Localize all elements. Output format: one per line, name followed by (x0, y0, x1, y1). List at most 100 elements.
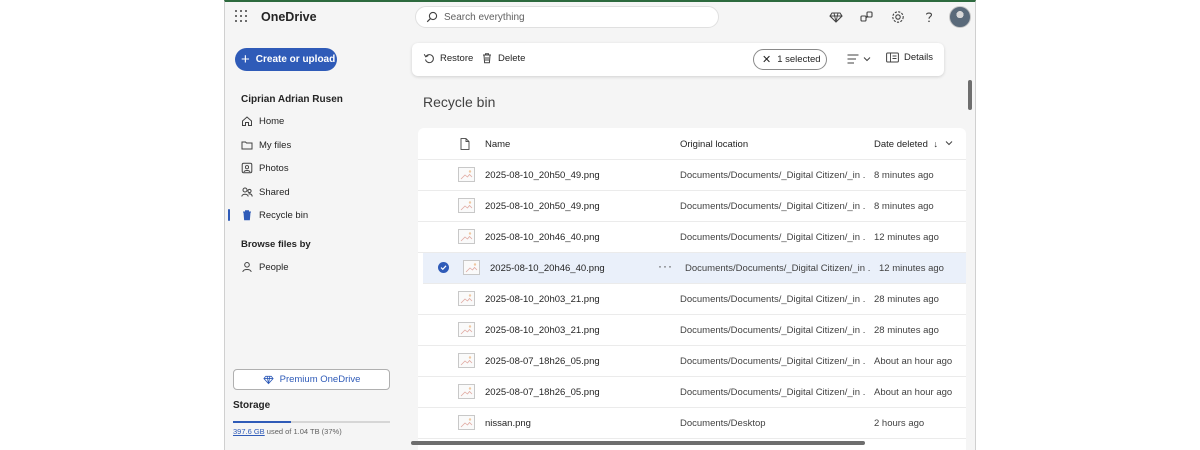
chevron-down-icon (863, 57, 871, 62)
sidebar-item-my-files[interactable]: My files (241, 136, 411, 154)
more-options-icon[interactable]: ··· (658, 259, 673, 273)
create-button-label: Create or upload (255, 54, 336, 65)
restore-label: Restore (440, 52, 474, 64)
sidebar-item-shared[interactable]: Shared (241, 183, 411, 201)
selected-count-label: 1 selected (777, 54, 821, 65)
avatar[interactable] (949, 6, 971, 28)
list-header: Name Original location Date deleted ↓ (418, 128, 966, 160)
file-type-icon[interactable] (460, 138, 470, 150)
file-name[interactable]: 2025-08-10_20h03_21.png (485, 294, 600, 305)
premium-onedrive-button[interactable]: Premium OneDrive (233, 369, 390, 390)
file-name[interactable]: 2025-08-10_20h50_49.png (485, 201, 600, 212)
table-row[interactable]: nissan.png Documents/Desktop 2 hours ago (418, 408, 966, 439)
browse-files-heading: Browse files by (241, 239, 311, 250)
image-file-icon (458, 384, 475, 399)
trash-icon (483, 53, 491, 64)
details-label: Details (904, 52, 934, 63)
table-row[interactable]: 2025-08-10_20h50_49.png Documents/Documen… (418, 160, 966, 191)
sort-descending-icon: ↓ (933, 139, 939, 149)
file-name[interactable]: 2025-08-10_20h50_49.png (485, 170, 600, 181)
table-row[interactable]: 2025-08-10_20h03_21.png Documents/Documen… (418, 315, 966, 346)
original-location: Documents/Documents/_Digital Citizen/_in… (680, 356, 865, 367)
storage-summary: 397.6 GB used of 1.04 TB (37%) (233, 427, 342, 436)
file-list: Name Original location Date deleted ↓ 20… (418, 128, 966, 450)
storage-progress-fill (233, 421, 292, 423)
storage-total-text: used of 1.04 TB (37%) (264, 427, 342, 436)
close-icon[interactable]: ✕ (762, 53, 771, 66)
column-header-location[interactable]: Original location (680, 139, 748, 150)
search-box[interactable] (415, 6, 719, 28)
file-name[interactable]: 2025-08-07_18h26_05.png (485, 356, 600, 367)
date-deleted: 12 minutes ago (879, 263, 944, 274)
file-name[interactable]: nissan.png (485, 418, 531, 429)
column-header-name[interactable]: Name (485, 139, 510, 150)
sidebar-item-label: Recycle bin (259, 209, 309, 221)
active-indicator (228, 209, 230, 221)
create-or-upload-button[interactable]: + Create or upload (235, 48, 337, 71)
image-file-icon (463, 260, 480, 275)
share-icon[interactable] (859, 9, 875, 25)
original-location: Documents/Documents/_Digital Citizen/_in… (680, 294, 865, 305)
storage-used-link[interactable]: 397.6 GB (233, 427, 265, 436)
table-row[interactable]: 2025-08-10_20h46_40.png ··· Documents/Docu… (423, 253, 966, 284)
table-row[interactable]: 2025-08-07_18h26_05.png Documents/Documen… (418, 377, 966, 408)
file-name[interactable]: 2025-08-10_20h03_21.png (485, 325, 600, 336)
date-deleted: 2 hours ago (874, 418, 925, 429)
top-bar: OneDrive (225, 2, 975, 34)
image-file-icon (458, 291, 475, 306)
storage-progress-bar (233, 421, 390, 423)
details-pane-icon (886, 52, 899, 63)
image-file-icon (458, 167, 475, 182)
help-icon[interactable] (921, 9, 937, 25)
diamond-icon[interactable] (828, 9, 844, 25)
image-file-icon (458, 229, 475, 244)
table-row[interactable]: 2025-08-07_18h26_05.png Documents/Documen… (418, 346, 966, 377)
sidebar-item-people[interactable]: People (241, 258, 411, 276)
sidebar-item-label: Home (259, 115, 285, 127)
settings-gear-icon[interactable] (890, 9, 906, 25)
selection-count-pill[interactable]: ✕ 1 selected (753, 49, 827, 70)
restore-button[interactable]: Restore (423, 52, 473, 64)
search-input[interactable] (444, 10, 704, 24)
app-title[interactable]: OneDrive (261, 10, 317, 24)
plus-icon: + (241, 50, 250, 68)
date-deleted: 28 minutes ago (874, 294, 939, 305)
sidebar-item-label: Shared (259, 186, 290, 198)
table-row[interactable]: 2025-08-10_20h46_40.png Documents/Documen… (418, 222, 966, 253)
table-row[interactable]: 2025-08-10_20h03_21.png Documents/Documen… (418, 284, 966, 315)
file-name[interactable]: 2025-08-10_20h46_40.png (485, 232, 600, 243)
date-deleted: About an hour ago (874, 387, 953, 398)
original-location: Documents/Documents/_Digital Citizen/_in… (680, 325, 865, 336)
command-bar: Restore Delete ✕ 1 selected Details (412, 43, 944, 76)
date-deleted: 8 minutes ago (874, 170, 934, 181)
original-location: Documents/Documents/_Digital Citizen/_in… (680, 387, 865, 398)
sidebar-item-label: My files (259, 139, 292, 151)
delete-button[interactable]: Delete (481, 52, 525, 64)
vertical-scrollbar[interactable] (968, 80, 972, 110)
photos-icon (241, 162, 253, 174)
page-title: Recycle bin (423, 94, 496, 110)
app-launcher-icon[interactable] (235, 10, 247, 22)
file-name[interactable]: 2025-08-07_18h26_05.png (485, 387, 600, 398)
search-icon (426, 11, 438, 23)
shared-icon (241, 186, 253, 198)
restore-icon (423, 53, 434, 64)
storage-heading: Storage (233, 400, 271, 411)
sidebar-item-photos[interactable]: Photos (241, 159, 411, 177)
date-deleted: About an hour ago (874, 356, 953, 367)
table-row[interactable]: 2025-08-10_20h50_49.png Documents/Documen… (418, 191, 966, 222)
list-view-icon (847, 54, 859, 64)
horizontal-scrollbar[interactable] (411, 441, 865, 445)
onedrive-window: OneDrive + Create or uplo (224, 0, 976, 450)
column-header-date-deleted[interactable]: Date deleted ↓ (874, 139, 953, 150)
file-name[interactable]: 2025-08-10_20h46_40.png (490, 263, 605, 274)
details-button[interactable]: Details (886, 52, 933, 63)
user-name: Ciprian Adrian Rusen (241, 94, 343, 105)
checkmark-icon[interactable] (438, 262, 449, 273)
image-file-icon (458, 353, 475, 368)
sidebar-item-label: People (259, 261, 289, 273)
sidebar-item-recycle-bin[interactable]: Recycle bin (228, 206, 411, 224)
sidebar-item-home[interactable]: Home (241, 112, 411, 130)
sort-view-button[interactable] (847, 54, 871, 64)
image-file-icon (458, 322, 475, 337)
